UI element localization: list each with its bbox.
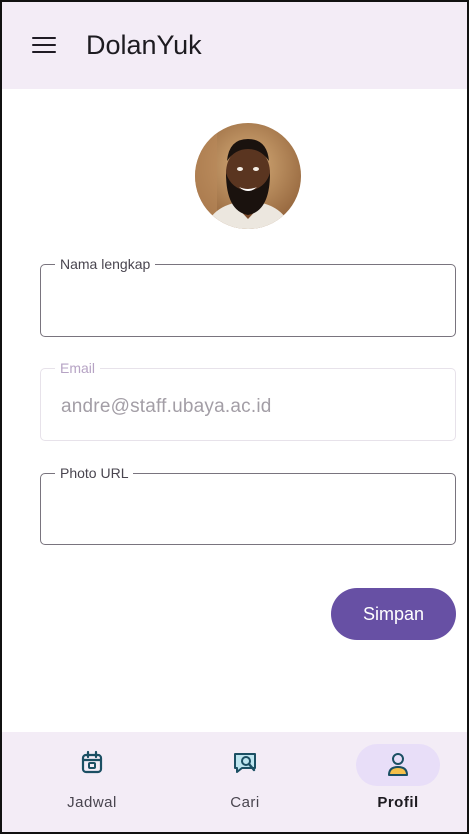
profile-icon xyxy=(356,744,440,786)
email-value: andre@staff.ubaya.ac.id xyxy=(61,396,272,417)
photo-url-label: Photo URL xyxy=(55,464,134,482)
search-chat-icon xyxy=(213,747,277,779)
nav-item-cari[interactable]: Cari xyxy=(167,732,323,832)
email-field: Email andre@staff.ubaya.ac.id xyxy=(40,359,456,441)
save-button[interactable]: Simpan xyxy=(331,588,456,640)
nav-label-cari: Cari xyxy=(230,794,260,811)
top-app-bar: DolanYuk xyxy=(2,2,467,89)
nav-item-profil[interactable]: Profil xyxy=(320,732,467,832)
full-name-label: Nama lengkap xyxy=(55,255,156,273)
profile-avatar[interactable] xyxy=(195,123,301,229)
photo-url-field[interactable]: Photo URL xyxy=(40,464,456,545)
email-label: Email xyxy=(55,359,101,377)
nav-item-jadwal[interactable]: Jadwal xyxy=(14,732,170,832)
app-title: DolanYuk xyxy=(86,30,202,60)
menu-icon[interactable] xyxy=(32,37,58,57)
full-name-field[interactable]: Nama lengkap xyxy=(40,255,456,337)
calendar-icon xyxy=(60,747,124,779)
bottom-navigation-bar: Jadwal Cari Profil xyxy=(2,732,467,832)
nav-label-jadwal: Jadwal xyxy=(67,794,117,811)
nav-label-profil: Profil xyxy=(377,794,419,811)
app-screen: DolanYuk Nama lengkap Email andre@staff.… xyxy=(0,0,469,834)
